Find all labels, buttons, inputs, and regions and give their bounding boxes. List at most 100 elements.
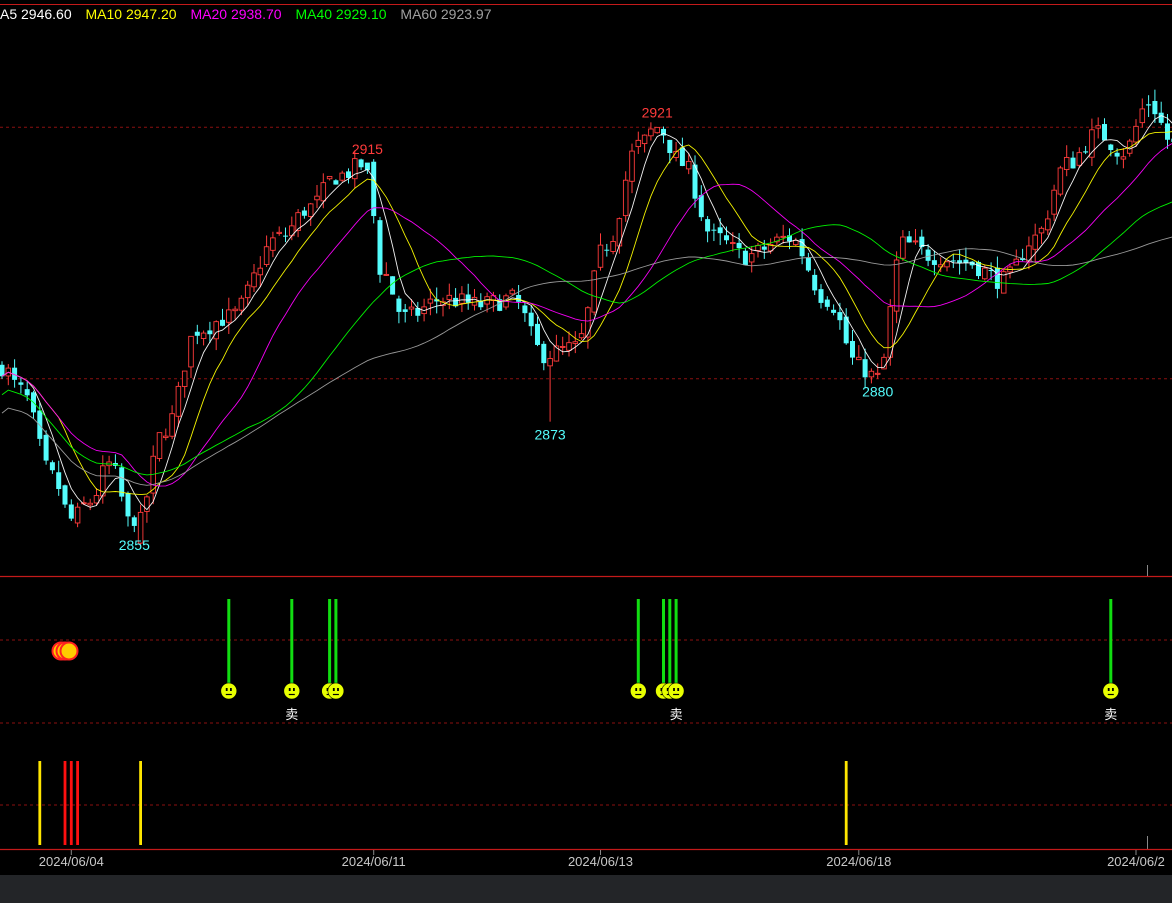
candle-body [667,139,673,154]
candle-body [509,289,516,295]
candle-body [893,259,900,312]
smiley-icon [327,682,345,700]
candle-body [131,517,137,526]
candle-body [93,495,100,504]
candle-body [1146,104,1152,106]
candle-body [1045,218,1051,231]
sell-label: 卖 [1104,708,1117,723]
candle-body [169,413,175,437]
candle-body [232,308,238,312]
candle-body [1152,100,1158,115]
candle-body [346,171,351,178]
sell-label: 卖 [285,708,298,723]
face-circle [629,682,647,700]
candle-body [931,260,937,265]
candle-body [1114,152,1120,157]
low-price-label: 2880 [862,384,893,400]
buy-signal-icon [59,641,79,661]
candle-body [906,236,912,243]
candle-body [1038,227,1045,234]
candle-body [188,335,194,368]
candle-body [604,249,610,251]
candle-body [868,370,875,378]
candle-body [547,358,553,367]
candle-body [641,134,648,145]
candle-body [125,492,131,517]
candle-body [251,272,257,288]
candle-body [163,435,169,438]
candle-body [610,241,616,252]
candle-body [724,235,729,241]
candle-body [270,237,276,251]
candle-body [200,332,207,339]
candle-body [307,203,314,217]
date-axis: 2024/06/04 2024/06/11 2024/06/13 2024/06/18… [39,850,1165,869]
candle-body [1051,189,1057,215]
face-eye [673,688,675,691]
candle-body [396,298,402,312]
candle-body [24,389,30,396]
candle-body [320,182,327,202]
face-eye [293,688,295,691]
candle-body [748,253,755,263]
candle-body [1070,157,1076,169]
candle-body [622,179,629,217]
candle-body [1108,144,1114,151]
smiley-icon [667,682,685,700]
candle-body [950,260,956,262]
candle-body [528,312,534,327]
candle-body [793,239,799,246]
candle-body [43,434,49,461]
face-eye [225,688,228,691]
grid-lines [0,4,1172,851]
candle-body [1083,151,1089,153]
candle-body [944,261,950,268]
ma10-value: MA10 2947.20 [85,6,177,22]
candle-body [1089,129,1095,158]
candle-body [805,257,811,271]
candle-body [654,126,660,134]
smiley-icon [1102,682,1120,700]
candle-body [49,462,55,471]
candle-body [175,385,182,417]
candle-body [541,343,547,364]
candle-body [566,342,572,351]
candle-body [238,297,245,311]
low-price-label: 2873 [535,427,566,443]
candle-body [572,341,579,344]
candle-body [465,294,471,303]
candle-body [925,249,931,261]
candle-body [856,356,862,361]
ma40-value: MA40 2929.10 [295,6,387,22]
candle-body [578,333,585,339]
face-eye [1107,688,1110,691]
candle-body [62,485,68,505]
indicator-bar [38,761,42,845]
candle-body [427,298,434,304]
indicator-bar [63,761,67,845]
smiley-icon [220,682,238,700]
indicator-bar [139,761,142,845]
candle-body [283,235,288,237]
candle-body [629,150,635,182]
candle-body [597,244,604,268]
candle-body [402,309,408,312]
ma-legend: A5 2946.60 MA10 2947.20 MA20 2938.70 MA4… [0,5,502,23]
candle-body [559,345,566,348]
smiley-icon [283,682,301,700]
candle-body [994,267,1000,289]
face-eye [332,688,335,691]
candle-body [1076,152,1083,166]
candle-body [730,242,736,245]
candle-body [257,267,264,276]
indicator-bar [844,761,848,845]
face-circle [283,682,301,700]
high-price-label: 2921 [642,104,673,120]
candle-body [56,472,62,490]
candle-body [685,160,692,170]
candle-body [263,246,270,265]
candle-body [1102,124,1107,141]
ma40-line [1,201,1172,476]
candle-body [333,180,339,185]
kline-chart[interactable]: 29152921285528732880 卖卖卖 2024/06/04 2024/… [0,0,1172,875]
